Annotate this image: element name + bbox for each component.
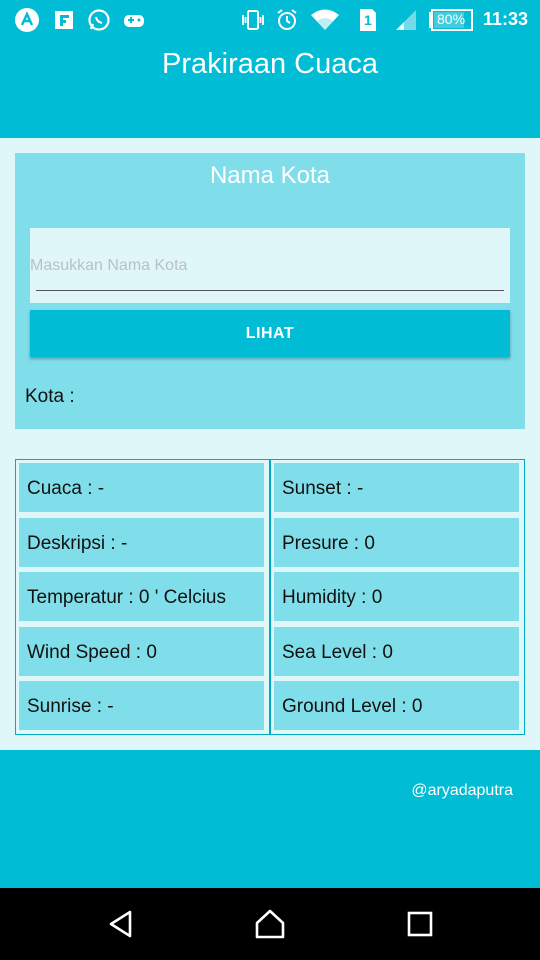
wind-speed-value: Wind Speed : 0 — [27, 642, 157, 663]
city-name-input[interactable] — [30, 248, 500, 284]
sim-label: 1 — [364, 12, 372, 28]
temperatur-value: Temperatur : 0 ' Celcius — [27, 587, 226, 608]
page-title: Prakiraan Cuaca — [162, 48, 378, 80]
game-controller-icon — [121, 8, 147, 32]
navigation-bar — [0, 888, 540, 960]
results-column-left: Cuaca : - Deskripsi : - Temperatur : 0 '… — [15, 459, 270, 735]
alarm-icon — [274, 8, 300, 32]
wifi-icon — [310, 8, 340, 32]
input-underline — [36, 290, 504, 291]
kota-label: Kota : — [25, 386, 75, 407]
footer: @aryadaputra — [0, 750, 540, 888]
recents-icon[interactable] — [390, 902, 450, 946]
status-time: 11:33 — [482, 9, 528, 29]
weather-results-grid: Cuaca : - Deskripsi : - Temperatur : 0 '… — [15, 459, 525, 735]
app-bar: 1 80% 11:33 Prakiraan Cuaca — [0, 0, 540, 138]
card-title: Nama Kota — [209, 162, 331, 189]
lihat-button[interactable]: LIHAT — [30, 310, 510, 357]
deskripsi-cell: Deskripsi : - — [19, 518, 264, 567]
sunrise-cell: Sunrise : - — [19, 681, 264, 730]
home-icon[interactable] — [240, 902, 300, 946]
cuaca-value: Cuaca : - — [27, 478, 105, 499]
presure-value: Presure : 0 — [282, 533, 375, 554]
battery-level: 80% — [437, 11, 466, 27]
footer-credit: @aryadaputra — [411, 782, 513, 799]
city-input-container — [30, 228, 510, 303]
whatsapp-icon — [86, 8, 112, 32]
cuaca-cell: Cuaca : - — [19, 463, 264, 512]
wind-speed-cell: Wind Speed : 0 — [19, 627, 264, 676]
presure-cell: Presure : 0 — [274, 518, 519, 567]
deskripsi-value: Deskripsi : - — [27, 533, 128, 554]
ground-level-cell: Ground Level : 0 — [274, 681, 519, 730]
sunset-value: Sunset : - — [282, 478, 364, 499]
sunset-cell: Sunset : - — [274, 463, 519, 512]
back-icon[interactable] — [91, 902, 151, 946]
vibrate-icon — [240, 8, 266, 32]
status-bar: 1 80% 11:33 — [0, 0, 540, 40]
notification-a-icon — [14, 8, 40, 32]
signal-icon — [393, 8, 419, 32]
flipboard-icon — [51, 8, 77, 32]
ground-level-value: Ground Level : 0 — [282, 696, 423, 717]
temperatur-cell: Temperatur : 0 ' Celcius — [19, 572, 264, 621]
sea-level-value: Sea Level : 0 — [282, 642, 393, 663]
humidity-cell: Humidity : 0 — [274, 572, 519, 621]
humidity-value: Humidity : 0 — [282, 587, 383, 608]
results-column-right: Sunset : - Presure : 0 Humidity : 0 Sea … — [270, 459, 525, 735]
sea-level-cell: Sea Level : 0 — [274, 627, 519, 676]
sunrise-value: Sunrise : - — [27, 696, 114, 717]
